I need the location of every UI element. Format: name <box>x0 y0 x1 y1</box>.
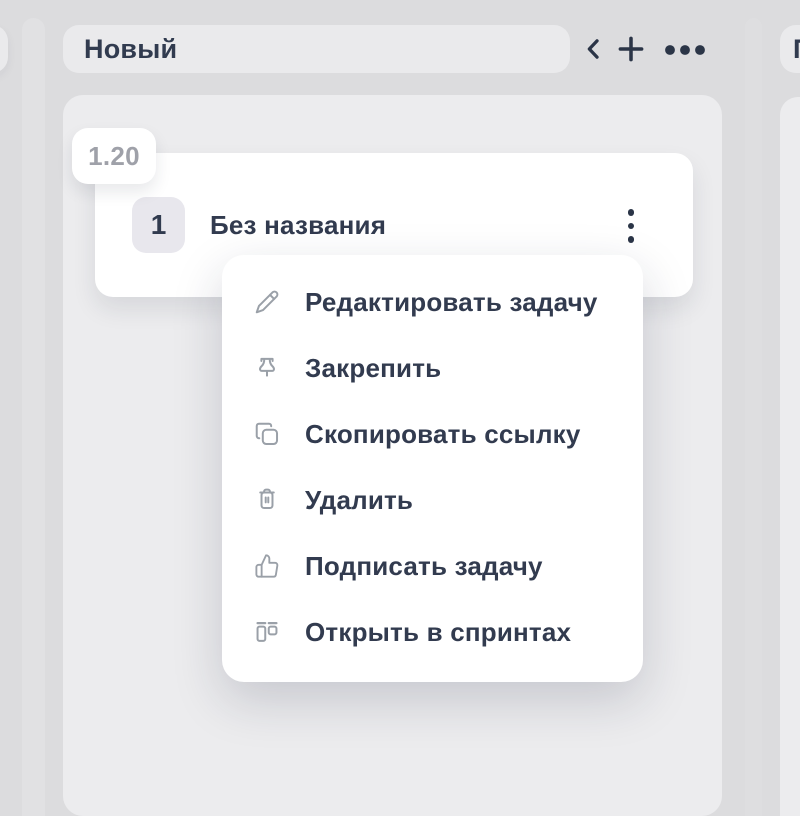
task-context-menu: Редактировать задачу Закрепить Скопирова… <box>222 255 643 682</box>
thumbs-up-icon <box>253 552 281 580</box>
task-number-chip: 1 <box>132 197 185 253</box>
next-column-title-text: П <box>780 34 800 65</box>
menu-item-label: Закрепить <box>305 353 441 384</box>
column-more-button[interactable] <box>662 37 708 63</box>
column-gap-strip <box>745 18 762 816</box>
menu-item-pin[interactable]: Закрепить <box>222 335 643 401</box>
copy-icon <box>253 420 281 448</box>
menu-item-copy-link[interactable]: Скопировать ссылку <box>222 401 643 467</box>
plus-icon <box>614 32 648 66</box>
menu-item-label: Скопировать ссылку <box>305 419 581 450</box>
collapse-column-button[interactable] <box>578 33 610 65</box>
trash-icon <box>253 486 281 514</box>
add-task-button[interactable] <box>613 31 649 67</box>
chevron-left-icon <box>580 35 608 63</box>
next-column-title-input[interactable]: П <box>780 25 800 73</box>
task-title: Без названия <box>210 210 386 241</box>
kebab-dot <box>628 223 635 230</box>
ellipsis-icon <box>664 44 706 56</box>
menu-item-edit-task[interactable]: Редактировать задачу <box>222 269 643 335</box>
board-icon <box>253 618 281 646</box>
pin-icon <box>253 354 281 382</box>
pencil-icon <box>253 288 281 316</box>
previous-column-strip <box>22 18 45 816</box>
menu-item-label: Удалить <box>305 485 413 516</box>
menu-item-label: Редактировать задачу <box>305 287 598 318</box>
kebab-dot <box>628 209 635 216</box>
kebab-dot <box>628 236 635 243</box>
menu-item-label: Открыть в спринтах <box>305 617 571 648</box>
column-title-input[interactable]: Новый <box>63 25 570 73</box>
task-id-badge: 1.20 <box>72 128 156 184</box>
next-column-panel <box>780 97 800 816</box>
previous-column-header-fragment <box>0 25 8 73</box>
menu-item-label: Подписать задачу <box>305 551 543 582</box>
menu-item-open-in-sprints[interactable]: Открыть в спринтах <box>222 599 643 665</box>
menu-item-delete[interactable]: Удалить <box>222 467 643 533</box>
menu-item-sign-task[interactable]: Подписать задачу <box>222 533 643 599</box>
task-menu-button[interactable] <box>611 198 651 254</box>
column-title-text: Новый <box>63 34 177 65</box>
board-view: Новый П 1 Без названия 1.20 <box>0 0 800 816</box>
